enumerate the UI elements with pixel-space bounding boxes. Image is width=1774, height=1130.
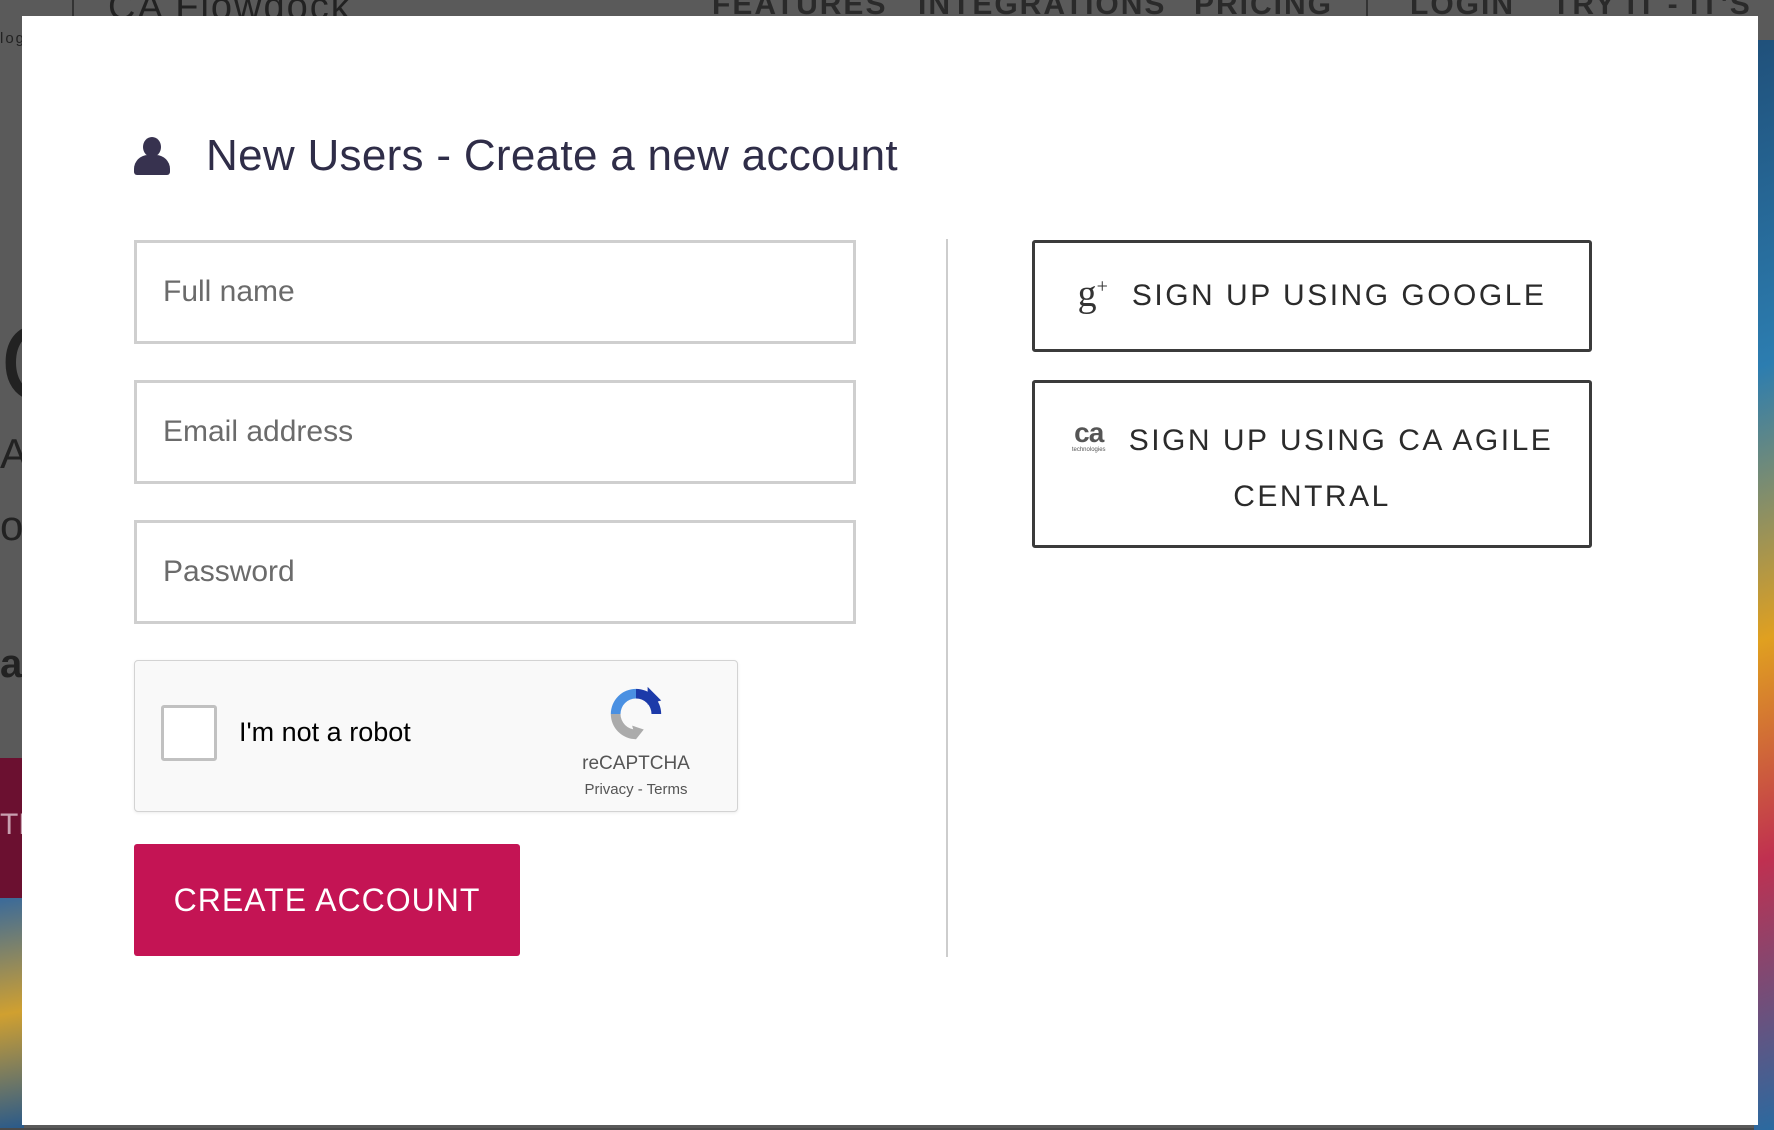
recaptcha-label: I'm not a robot [239, 717, 411, 747]
password-input[interactable] [137, 523, 853, 621]
background-artwork [0, 898, 24, 1128]
modal-title: New Users - Create a new account [206, 131, 898, 180]
email-input[interactable] [137, 383, 853, 481]
ca-agile-central-signup-button[interactable]: ca technologies SIGN UP USING CA AGILE C… [1032, 380, 1592, 548]
google-signup-button[interactable]: g+ SIGN UP USING GOOGLE [1032, 240, 1592, 352]
recaptcha-checkbox[interactable] [161, 705, 217, 761]
ca-signup-label: SIGN UP USING CA AGILE CENTRAL [1128, 424, 1554, 513]
recaptcha-icon [610, 686, 662, 740]
modal-header: New Users - Create a new account [134, 126, 898, 186]
password-field [134, 520, 856, 624]
recaptcha-privacy-terms[interactable]: Privacy - Terms [571, 781, 701, 798]
column-divider [946, 239, 948, 957]
google-signup-label: SIGN UP USING GOOGLE [1131, 279, 1547, 312]
user-icon [134, 137, 170, 175]
google-plus-icon: g+ [1077, 273, 1108, 315]
create-account-button[interactable]: CREATE ACCOUNT [134, 844, 520, 956]
recaptcha-widget: I'm not a robot reCAPTCHA Privacy - Term… [134, 660, 738, 812]
email-field [134, 380, 856, 484]
recaptcha-brand: reCAPTCHA [582, 753, 690, 774]
signup-modal: New Users - Create a new account I'm not… [22, 16, 1758, 1125]
full-name-input[interactable] [137, 243, 853, 341]
ca-technologies-icon: ca technologies [1071, 417, 1106, 454]
full-name-field [134, 240, 856, 344]
